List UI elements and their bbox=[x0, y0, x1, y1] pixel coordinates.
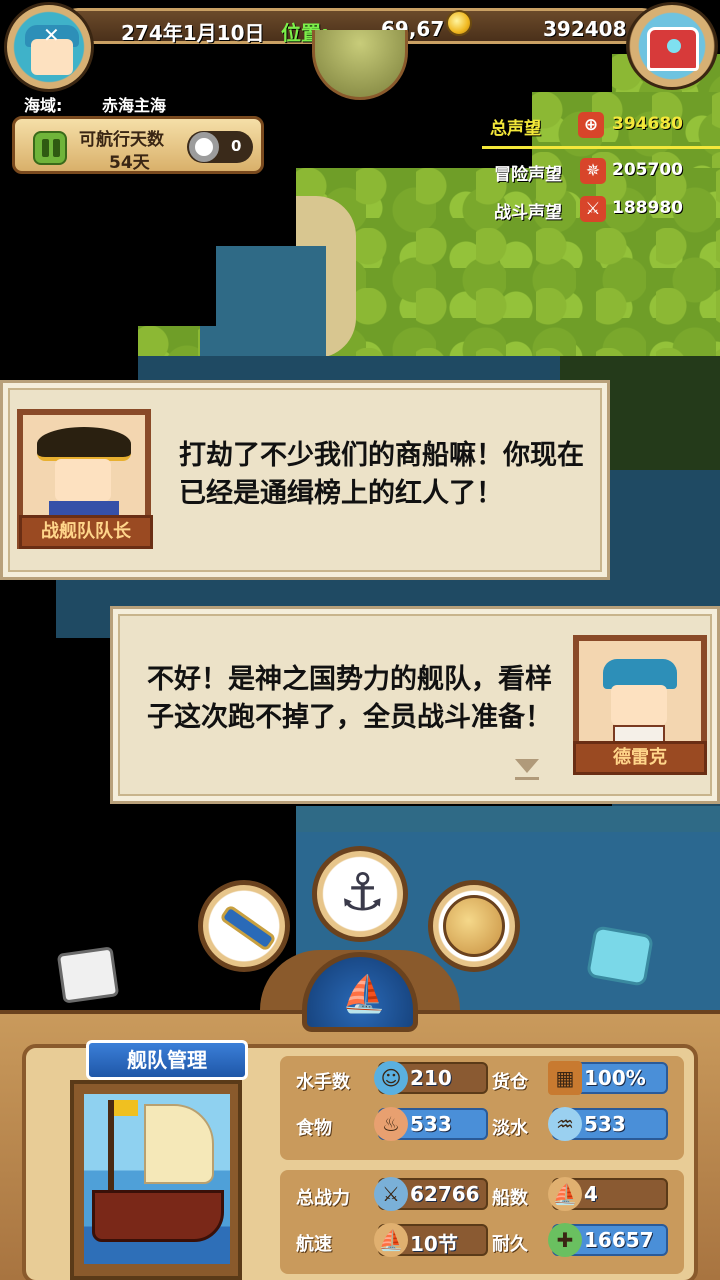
flagship-image bbox=[84, 1094, 230, 1264]
anchor-icon: ⚓ bbox=[339, 863, 386, 923]
sea-area-label: 海域: bbox=[24, 96, 63, 115]
power-label: 总战力 bbox=[296, 1188, 350, 1209]
player-avatar[interactable]: ✕ bbox=[4, 2, 94, 92]
durability-value: 16657 bbox=[584, 1228, 654, 1252]
crossed-swords-icon: ⚔ bbox=[374, 1177, 408, 1211]
power-bar: ⚔ 62766 bbox=[374, 1177, 488, 1211]
map-forest-main bbox=[296, 168, 720, 358]
water-jug-icon: ♒ bbox=[548, 1107, 582, 1141]
rep-total-value: 394680 bbox=[612, 114, 683, 134]
ship-flag-icon bbox=[114, 1100, 138, 1116]
dialog-box-drake[interactable]: 不好！是神之国势力的舰队，看样子这次跑不掉了，全员战斗准备！ 德雷克 bbox=[110, 606, 720, 804]
water-bar: ♒ 533 bbox=[548, 1107, 668, 1141]
total-reputation-icon: ⊕ bbox=[578, 112, 604, 138]
power-value: 62766 bbox=[410, 1182, 480, 1206]
sailors-value: 210 bbox=[410, 1066, 452, 1090]
tricorn-hat-icon bbox=[37, 427, 131, 461]
ship-count-icon: ⛵ bbox=[548, 1177, 582, 1211]
speed-value: 10节 bbox=[410, 1232, 458, 1256]
crate-icon: ▦ bbox=[548, 1061, 582, 1095]
sailor-icon: ☺ bbox=[374, 1061, 408, 1095]
meat-icon: ♨ bbox=[374, 1107, 408, 1141]
days-label: 可航行天数 bbox=[79, 130, 164, 150]
durability-bar: ✚ 16657 bbox=[548, 1223, 668, 1257]
ships-bar: ⛵ 4 bbox=[548, 1177, 668, 1211]
sea-area-value: 赤海主海 bbox=[102, 96, 167, 115]
speaker-name-drake: 德雷克 bbox=[573, 741, 707, 775]
rep-adventure-label: 冒险声望 bbox=[494, 165, 562, 185]
cargo-bar: ▦ 100% bbox=[548, 1061, 668, 1095]
speed-label: 航速 bbox=[296, 1234, 332, 1255]
drake-face bbox=[611, 685, 667, 725]
cargo-value: 100% bbox=[584, 1066, 646, 1090]
dialog-text-captain: 打劫了不少我们的商船嘛！你现在已经是通缉榜上的红人了！ bbox=[179, 440, 584, 509]
flagship-card[interactable] bbox=[70, 1080, 242, 1280]
skull-x-icon: ✕ bbox=[43, 23, 60, 47]
cargo-label: 货仓 bbox=[492, 1072, 528, 1093]
pause-icon[interactable] bbox=[33, 131, 67, 165]
sailboat-icon: ⛵ bbox=[374, 1223, 408, 1257]
treasure-chest-button[interactable] bbox=[626, 2, 718, 90]
continue-arrow-line bbox=[515, 777, 539, 780]
spyglass-icon bbox=[219, 903, 277, 953]
gold-coin-icon bbox=[446, 10, 472, 36]
captain-face bbox=[55, 459, 111, 501]
dialog-text-drake: 不好！是神之国势力的舰队，看样子这次跑不掉了，全员战斗准备！ bbox=[147, 664, 552, 733]
gem-icon bbox=[667, 39, 681, 53]
game-date: 274年1月10日 bbox=[121, 21, 265, 45]
fleet-management-tab[interactable]: 舰队管理 bbox=[86, 1040, 248, 1080]
days-value: 54天 bbox=[109, 153, 150, 173]
ring-icon bbox=[189, 132, 219, 162]
ship-sail bbox=[144, 1104, 214, 1184]
hull-repair-icon: ✚ bbox=[548, 1223, 582, 1257]
sailors-label: 水手数 bbox=[296, 1072, 350, 1093]
ring-count: 0 bbox=[231, 137, 242, 155]
ship-icon: ⛵ bbox=[341, 974, 387, 1015]
gold-amount: 392408 bbox=[543, 17, 627, 41]
battle-reputation-icon: ⚔ bbox=[580, 196, 606, 222]
ship-hull bbox=[92, 1190, 224, 1242]
globe-icon bbox=[443, 895, 505, 957]
food-value: 533 bbox=[410, 1112, 452, 1136]
food-bar: ♨ 533 bbox=[374, 1107, 488, 1141]
map-sea-left bbox=[200, 326, 240, 356]
blue-cat-pet[interactable] bbox=[585, 925, 655, 987]
rep-battle-value: 188980 bbox=[612, 198, 683, 218]
white-cube-pet[interactable] bbox=[56, 946, 120, 1004]
rep-divider bbox=[482, 146, 720, 149]
voyage-days-panel: 可航行天数 54天 0 bbox=[12, 116, 264, 174]
ships-label: 船数 bbox=[492, 1188, 528, 1209]
water-label: 淡水 bbox=[492, 1118, 528, 1139]
durability-label: 耐久 bbox=[492, 1234, 528, 1255]
ships-value: 4 bbox=[584, 1182, 598, 1206]
spyglass-button[interactable] bbox=[198, 880, 290, 972]
globe-button[interactable] bbox=[428, 880, 520, 972]
speaker-name-captain: 战舰队队长 bbox=[19, 515, 153, 549]
anchor-button[interactable]: ⚓ bbox=[312, 846, 408, 942]
speed-bar: ⛵ 10节 bbox=[374, 1223, 488, 1257]
adventure-reputation-icon: ✵ bbox=[580, 158, 606, 184]
sailors-bar: ☺ 210 bbox=[374, 1061, 488, 1095]
dialog-box-captain[interactable]: 战舰队队长 打劫了不少我们的商船嘛！你现在已经是通缉榜上的红人了！ bbox=[0, 380, 610, 580]
rep-battle-label: 战斗声望 bbox=[494, 203, 562, 223]
continue-arrow-icon[interactable] bbox=[515, 759, 539, 773]
food-label: 食物 bbox=[296, 1118, 332, 1139]
water-value: 533 bbox=[584, 1112, 626, 1136]
rep-total-label: 总声望 bbox=[490, 119, 541, 139]
ring-toggle[interactable]: 0 bbox=[187, 131, 253, 163]
rep-adventure-value: 205700 bbox=[612, 160, 683, 180]
